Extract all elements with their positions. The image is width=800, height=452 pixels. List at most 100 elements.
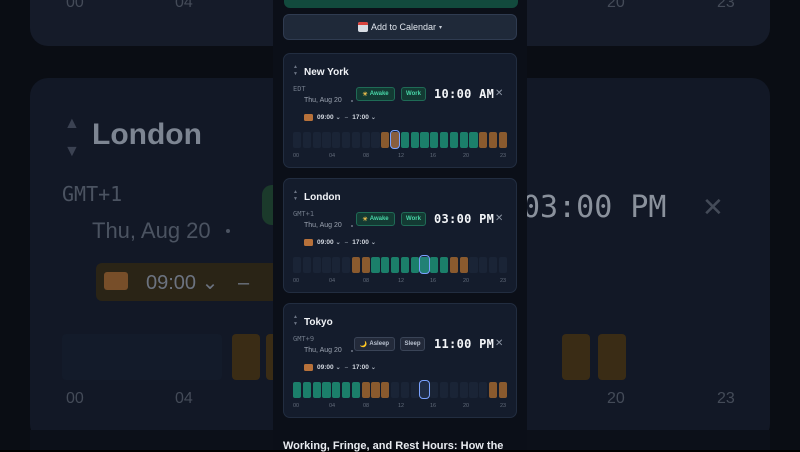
move-down-icon[interactable]: ▼ [293,196,301,203]
hour-cell[interactable] [449,382,458,398]
current-hour-indicator[interactable] [419,255,430,274]
hour-cell[interactable] [400,382,409,398]
hour-cell[interactable] [361,132,370,148]
hour-cell[interactable] [293,257,302,273]
hour-cell[interactable] [332,382,341,398]
hour-cell[interactable] [293,132,302,148]
hour-cell[interactable] [312,257,321,273]
hour-cell[interactable] [391,257,400,273]
date-label: Thu, Aug 20 [304,222,342,229]
hour-strip[interactable] [293,130,507,149]
current-hour-indicator[interactable] [390,130,401,149]
hour-cell[interactable] [430,132,439,148]
hour-cell[interactable] [498,382,507,398]
hour-tick-label: 00 [293,278,300,284]
chevron-down-icon: ⌄ [370,115,376,121]
hour-cell[interactable] [469,257,478,273]
hour-cell[interactable] [498,132,507,148]
sun-icon: ☀ [362,91,368,98]
hour-strip[interactable] [293,380,507,399]
add-to-calendar-button[interactable]: Add to Calendar ▾ [283,14,517,40]
remove-city-close-icon[interactable]: ✕ [495,88,503,99]
hour-cell[interactable] [459,382,468,398]
hour-cell[interactable] [371,382,380,398]
hour-cell[interactable] [420,132,429,148]
hour-cell[interactable] [361,382,370,398]
hour-tick-label: 04 [329,153,336,159]
hour-cell[interactable] [342,132,351,148]
hour-cell[interactable] [371,257,380,273]
bg-tick: 00 [66,390,84,407]
remove-city-close-icon[interactable]: ✕ [495,338,503,349]
hour-cell[interactable] [332,257,341,273]
hour-cell[interactable] [302,382,311,398]
hour-strip[interactable] [293,255,507,274]
hour-cell[interactable] [430,382,439,398]
hour-cell[interactable] [351,382,360,398]
hour-cell[interactable] [361,257,370,273]
hour-cell[interactable] [489,257,498,273]
hour-cell[interactable] [342,257,351,273]
end-hour-select[interactable]: 17:00 ⌄ [352,364,376,371]
hour-cell[interactable] [479,382,488,398]
hour-cell[interactable] [440,132,449,148]
move-down-icon[interactable]: ▼ [293,71,301,78]
hour-cell[interactable] [400,257,409,273]
end-hour-select[interactable]: 17:00 ⌄ [352,114,376,121]
hour-cell[interactable] [312,132,321,148]
hour-cell[interactable] [342,382,351,398]
current-hour-indicator[interactable] [419,380,430,399]
hour-cell[interactable] [410,132,419,148]
hour-cell[interactable] [479,132,488,148]
hour-cell[interactable] [410,257,419,273]
move-up-icon[interactable]: ▲ [293,314,301,321]
move-up-icon[interactable]: ▲ [293,64,301,71]
hour-cell[interactable] [430,257,439,273]
date-label: Thu, Aug 20 [304,97,342,104]
reorder-arrows[interactable]: ▲ ▼ [293,189,301,203]
top-card-edge [284,0,518,8]
remove-city-close-icon[interactable]: ✕ [495,213,503,224]
start-hour-select[interactable]: 09:00 ⌄ [317,239,341,246]
hour-cell[interactable] [381,257,390,273]
hour-cell[interactable] [332,132,341,148]
move-down-icon[interactable]: ▼ [293,321,301,328]
hour-cell[interactable] [449,257,458,273]
work-hours: 09:00 ⌄ – 17:00 ⌄ [304,361,376,374]
hour-cell[interactable] [351,132,360,148]
move-up-icon[interactable]: ▲ [293,189,301,196]
hour-cell[interactable] [322,257,331,273]
hour-cell[interactable] [312,382,321,398]
start-hour-select[interactable]: 09:00 ⌄ [317,364,341,371]
hour-cell[interactable] [469,382,478,398]
hour-cell[interactable] [400,132,409,148]
reorder-arrows[interactable]: ▲ ▼ [293,64,301,78]
end-hour-select[interactable]: 17:00 ⌄ [352,239,376,246]
hour-cell[interactable] [498,257,507,273]
hour-cell[interactable] [293,382,302,398]
briefcase-icon [304,239,313,246]
reorder-arrows[interactable]: ▲ ▼ [293,314,301,328]
hour-cell[interactable] [322,132,331,148]
hour-cell[interactable] [381,132,390,148]
hour-cell[interactable] [489,382,498,398]
hour-cell[interactable] [440,382,449,398]
hour-cell[interactable] [469,132,478,148]
hour-tick-label: 08 [363,278,370,284]
hour-cell[interactable] [459,132,468,148]
hour-cell[interactable] [489,132,498,148]
hour-tick-label: 16 [430,403,437,409]
hour-cell[interactable] [449,132,458,148]
hour-cell[interactable] [371,132,380,148]
start-hour-select[interactable]: 09:00 ⌄ [317,114,341,121]
hour-cell[interactable] [459,257,468,273]
hour-cell[interactable] [440,257,449,273]
hour-cell[interactable] [410,382,419,398]
hour-cell[interactable] [381,382,390,398]
hour-cell[interactable] [322,382,331,398]
hour-cell[interactable] [479,257,488,273]
hour-cell[interactable] [302,132,311,148]
hour-cell[interactable] [351,257,360,273]
hour-cell[interactable] [302,257,311,273]
hour-cell[interactable] [391,382,400,398]
